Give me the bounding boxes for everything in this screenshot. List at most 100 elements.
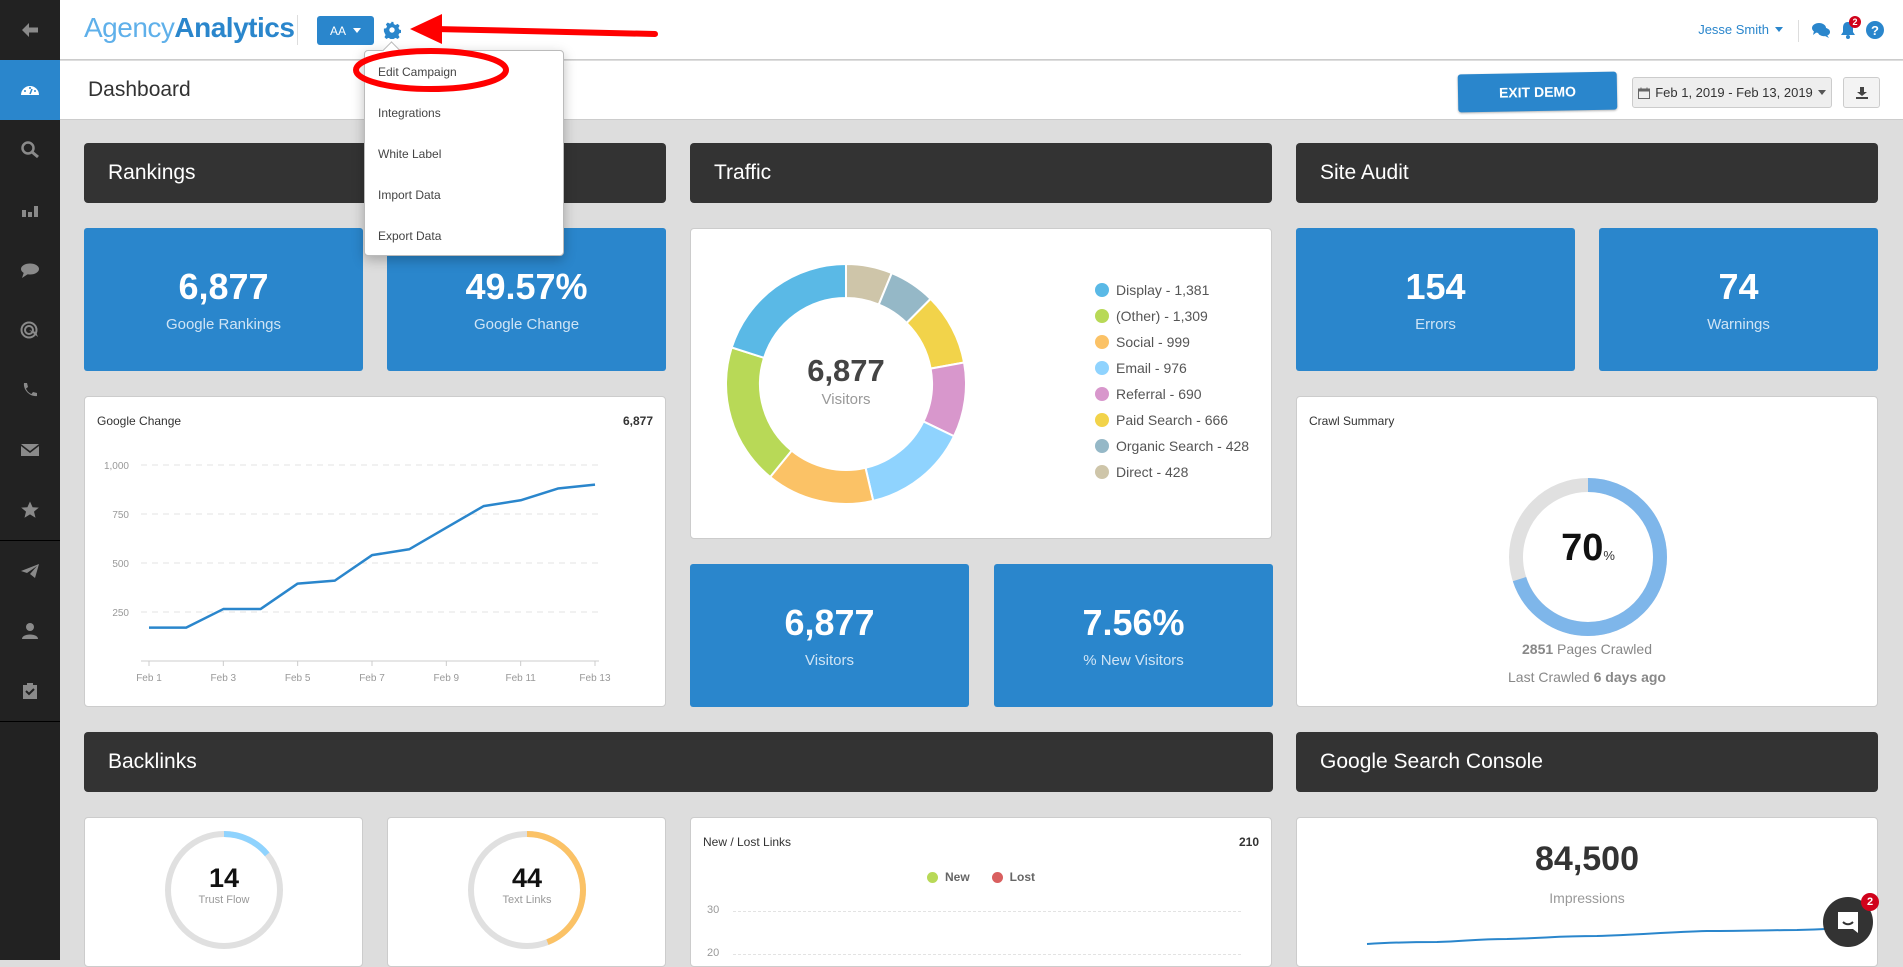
notification-badge: 2 [1849, 16, 1861, 28]
google-change-line-chart: 2505007501,000Feb 1Feb 3Feb 5Feb 7Feb 9F… [85, 397, 665, 706]
calendar-icon [1638, 87, 1650, 99]
section-title: Backlinks [108, 750, 197, 774]
envelope-icon [20, 440, 40, 460]
text-links-center: 44 Text Links [467, 863, 587, 906]
pages-crawled-count: 2851 [1522, 641, 1553, 657]
legend-dot [1095, 439, 1109, 453]
gear-icon[interactable] [383, 21, 401, 39]
legend-label: Display - 1,381 [1116, 282, 1209, 298]
chat-bubbles-icon[interactable] [1811, 20, 1831, 40]
legend-item[interactable]: Paid Search - 666 [1095, 407, 1249, 433]
x-tick-label: Feb 5 [285, 673, 311, 684]
legend-item[interactable]: Email - 976 [1095, 355, 1249, 381]
legend-dot [1095, 361, 1109, 375]
svg-text:?: ? [1871, 23, 1879, 38]
legend-label: Direct - 428 [1116, 464, 1188, 480]
star-icon [20, 500, 40, 520]
errors-tile[interactable]: 154 Errors [1296, 228, 1575, 371]
visitors-tile[interactable]: 6,877 Visitors [690, 564, 969, 707]
tile-value: 49.57% [387, 266, 666, 308]
section-title: Google Search Console [1320, 750, 1543, 774]
tile-label: Visitors [690, 652, 969, 669]
page-header: Dashboard EXIT DEMO Feb 1, 2019 - Feb 13… [60, 61, 1903, 120]
legend-dot [1095, 283, 1109, 297]
sidebar-item-reviews[interactable] [0, 480, 60, 540]
google-rankings-tile[interactable]: 6,877 Google Rankings [84, 228, 363, 371]
sidebar [0, 0, 60, 960]
menu-item-export-data[interactable]: Export Data [365, 215, 563, 256]
sidebar-item-users[interactable] [0, 601, 60, 661]
x-tick-label: Feb 9 [434, 673, 460, 684]
paper-plane-icon [20, 561, 40, 581]
campaign-switcher-label: AA [330, 24, 346, 38]
legend-item[interactable]: Referral - 690 [1095, 381, 1249, 407]
legend-label: (Other) - 1,309 [1116, 308, 1208, 324]
tile-value: 154 [1296, 266, 1575, 308]
caret-down-icon [1775, 27, 1783, 32]
topbar-divider [1798, 20, 1799, 42]
y-tick-label: 30 [707, 904, 719, 916]
gridline [733, 954, 1241, 955]
menu-item-import-data[interactable]: Import Data [365, 174, 563, 215]
warnings-tile[interactable]: 74 Warnings [1599, 228, 1878, 371]
tile-value: 6,877 [84, 266, 363, 308]
tile-value: 7.56% [994, 602, 1273, 644]
sidebar-item-tasks[interactable] [0, 661, 60, 721]
sidebar-item-analytics[interactable] [0, 180, 60, 240]
sidebar-item-social[interactable] [0, 240, 60, 300]
sidebar-item-seo[interactable] [0, 120, 60, 180]
legend-item[interactable]: Organic Search - 428 [1095, 433, 1249, 459]
tile-label: Warnings [1599, 316, 1878, 333]
menu-item-edit-campaign[interactable]: Edit Campaign [365, 51, 563, 92]
last-crawled-value: 6 days ago [1594, 669, 1666, 685]
sidebar-item-calls[interactable] [0, 360, 60, 420]
dashboard-gauge-icon [20, 80, 40, 100]
section-title: Rankings [108, 161, 196, 185]
new-visitors-tile[interactable]: 7.56% % New Visitors [994, 564, 1273, 707]
sidebar-item-email[interactable] [0, 420, 60, 480]
x-tick-label: Feb 3 [211, 673, 237, 684]
new-lost-legend: New Lost [691, 870, 1271, 884]
legend-lost[interactable]: Lost [992, 870, 1035, 884]
help-icon[interactable]: ? [1865, 20, 1885, 40]
user-menu[interactable]: Jesse Smith [1698, 22, 1783, 37]
date-range-picker[interactable]: Feb 1, 2019 - Feb 13, 2019 [1632, 77, 1832, 108]
chat-widget-button[interactable]: 2 [1823, 897, 1873, 947]
donut-slice-display [732, 264, 846, 358]
sidebar-item-dashboard[interactable] [0, 60, 60, 120]
y-tick-label: 250 [112, 608, 129, 619]
legend-dot [992, 872, 1003, 883]
sidebar-item-back[interactable] [0, 0, 60, 60]
card-title: Crawl Summary [1309, 414, 1394, 428]
traffic-legend: Display - 1,381 (Other) - 1,309 Social - 9… [1095, 277, 1249, 485]
campaign-switcher-button[interactable]: AA [317, 16, 374, 45]
legend-item[interactable]: Direct - 428 [1095, 459, 1249, 485]
donut-center: 6,877 Visitors [716, 353, 976, 408]
phone-icon [20, 380, 40, 400]
sidebar-item-ppc[interactable] [0, 300, 60, 360]
series-line [149, 485, 595, 628]
app-logo[interactable]: AgencyAnalytics [84, 12, 294, 44]
exit-demo-button[interactable]: EXIT DEMO [1458, 72, 1618, 113]
legend-dot [1095, 387, 1109, 401]
menu-item-integrations[interactable]: Integrations [365, 92, 563, 133]
section-title: Traffic [714, 161, 771, 185]
legend-dot [1095, 335, 1109, 349]
legend-item[interactable]: Display - 1,381 [1095, 277, 1249, 303]
arrow-left-icon [20, 20, 40, 40]
download-button[interactable] [1843, 77, 1880, 108]
target-icon [20, 320, 40, 340]
x-tick-label: Feb 13 [579, 673, 611, 684]
crawl-percent: 70% [1508, 527, 1668, 570]
legend-label: Referral - 690 [1116, 386, 1202, 402]
menu-item-white-label[interactable]: White Label [365, 133, 563, 174]
trust-flow-center: 14 Trust Flow [164, 863, 284, 906]
sidebar-item-reports[interactable] [0, 541, 60, 601]
legend-item[interactable]: (Other) - 1,309 [1095, 303, 1249, 329]
impressions-value: 84,500 [1297, 840, 1877, 879]
legend-item[interactable]: Social - 999 [1095, 329, 1249, 355]
legend-new[interactable]: New [927, 870, 970, 884]
top-bar: AgencyAnalytics AA Jesse Smith 2 ? [60, 0, 1903, 60]
card-title: New / Lost Links [703, 835, 791, 849]
traffic-section-header: Traffic [690, 143, 1272, 203]
